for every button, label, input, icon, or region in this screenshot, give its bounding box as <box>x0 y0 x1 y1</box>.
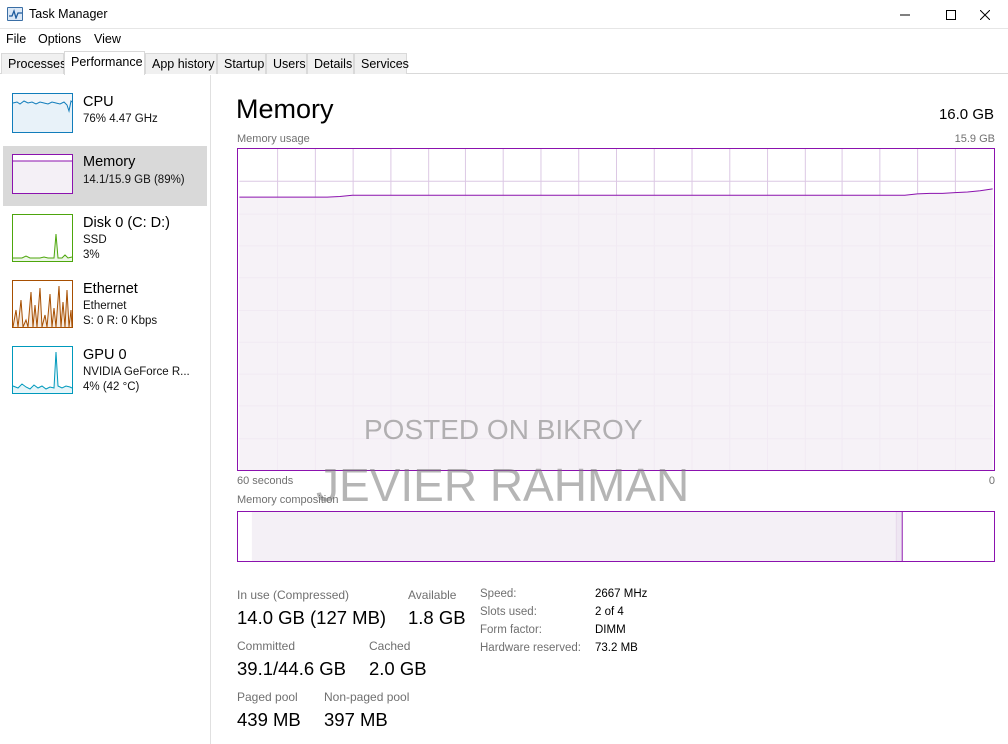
sidebar-ethernet-title: Ethernet <box>83 281 138 297</box>
paged-pool-label: Paged pool <box>237 690 298 704</box>
sidebar-memory-usage: 14.1/15.9 GB (89%) <box>83 174 185 186</box>
tab-processes[interactable]: Processes <box>1 53 66 74</box>
non-paged-pool-value: 397 MB <box>324 709 388 730</box>
disk-graph-thumbnail <box>12 214 73 262</box>
available-label: Available <box>408 588 457 602</box>
window-title: Task Manager <box>29 7 108 21</box>
tab-details[interactable]: Details <box>307 53 354 74</box>
task-manager-icon <box>7 7 23 21</box>
performance-sidebar: CPU 76% 4.47 GHz Memory 14.1/15.9 GB (89… <box>0 75 211 744</box>
sidebar-item-cpu[interactable]: CPU 76% 4.47 GHz <box>3 88 207 148</box>
menu-file[interactable]: File <box>6 32 26 46</box>
slots-used-label: Slots used: <box>480 606 537 618</box>
maximize-icon <box>946 9 956 20</box>
page-title: Memory <box>236 94 334 124</box>
memory-usage-graph <box>237 148 995 471</box>
cached-value: 2.0 GB <box>369 658 427 679</box>
committed-value: 39.1/44.6 GB <box>237 658 347 679</box>
form-factor-value: DIMM <box>595 624 626 636</box>
paged-pool-value: 439 MB <box>237 709 301 730</box>
memory-composition-label: Memory composition <box>237 494 339 506</box>
composition-in-use <box>251 512 897 561</box>
committed-label: Committed <box>237 639 296 653</box>
sidebar-ethernet-throughput: S: 0 R: 0 Kbps <box>83 315 158 327</box>
sidebar-disk-title: Disk 0 (C: D:) <box>83 215 170 231</box>
memory-usage-area <box>239 188 993 470</box>
sidebar-item-gpu[interactable]: GPU 0 NVIDIA GeForce R... 4% (42 °C) <box>3 341 207 401</box>
in-use-value: 14.0 GB (127 MB) <box>237 607 387 628</box>
speed-label: Speed: <box>480 588 517 600</box>
cached-label: Cached <box>369 639 411 653</box>
tab-app-history[interactable]: App history <box>145 53 217 74</box>
ethernet-graph-thumbnail <box>12 280 73 328</box>
menu-bar: File Options View <box>0 29 1008 50</box>
sidebar-item-disk[interactable]: Disk 0 (C: D:) SSD 3% <box>3 209 207 269</box>
tab-bar: Processes Performance App history Startu… <box>0 51 1008 75</box>
tab-services[interactable]: Services <box>354 53 409 74</box>
hardware-reserved-value: 73.2 MB <box>595 642 638 654</box>
gpu-graph-thumbnail <box>12 346 73 394</box>
sidebar-cpu-title: CPU <box>83 94 114 110</box>
form-factor-label: Form factor: <box>480 624 542 636</box>
menu-options[interactable]: Options <box>38 32 81 46</box>
sidebar-disk-usage: 3% <box>83 249 100 261</box>
memory-graph-thumbnail <box>12 154 73 194</box>
sidebar-cpu-usage: 76% 4.47 GHz <box>83 113 158 125</box>
sidebar-item-ethernet[interactable]: Ethernet Ethernet S: 0 R: 0 Kbps <box>3 275 207 335</box>
sidebar-disk-type: SSD <box>83 234 107 246</box>
sidebar-gpu-name: NVIDIA GeForce R... <box>83 366 190 378</box>
non-paged-pool-label: Non-paged pool <box>324 690 410 704</box>
sidebar-memory-title: Memory <box>83 154 136 170</box>
hardware-reserved-label: Hardware reserved: <box>480 642 581 654</box>
tab-startup[interactable]: Startup <box>217 53 266 74</box>
memory-composition-bar <box>237 511 995 562</box>
memory-usage-label: Memory usage <box>237 133 310 145</box>
memory-usage-max: 15.9 GB <box>954 133 995 145</box>
menu-view[interactable]: View <box>94 32 121 46</box>
in-use-label: In use (Compressed) <box>237 588 350 602</box>
time-axis-end: 0 <box>988 475 995 487</box>
sidebar-item-memory[interactable]: Memory 14.1/15.9 GB (89%) <box>3 146 207 206</box>
title-bar: Task Manager <box>0 0 1008 29</box>
time-axis-label: 60 seconds <box>237 475 294 487</box>
speed-value: 2667 MHz <box>595 588 648 600</box>
composition-modified <box>896 512 903 561</box>
sidebar-ethernet-name: Ethernet <box>83 300 127 312</box>
close-button[interactable] <box>962 0 1008 29</box>
sidebar-gpu-title: GPU 0 <box>83 347 127 363</box>
memory-total: 16.0 GB <box>938 106 994 123</box>
minimize-button[interactable] <box>882 0 928 29</box>
cpu-graph-thumbnail <box>12 93 73 133</box>
tab-performance[interactable]: Performance <box>64 51 145 75</box>
sidebar-gpu-usage: 4% (42 °C) <box>83 381 140 393</box>
close-icon <box>980 9 990 20</box>
slots-used-value: 2 of 4 <box>595 606 624 618</box>
tab-users[interactable]: Users <box>266 53 307 74</box>
minimize-icon <box>900 14 910 15</box>
available-value: 1.8 GB <box>408 607 466 628</box>
